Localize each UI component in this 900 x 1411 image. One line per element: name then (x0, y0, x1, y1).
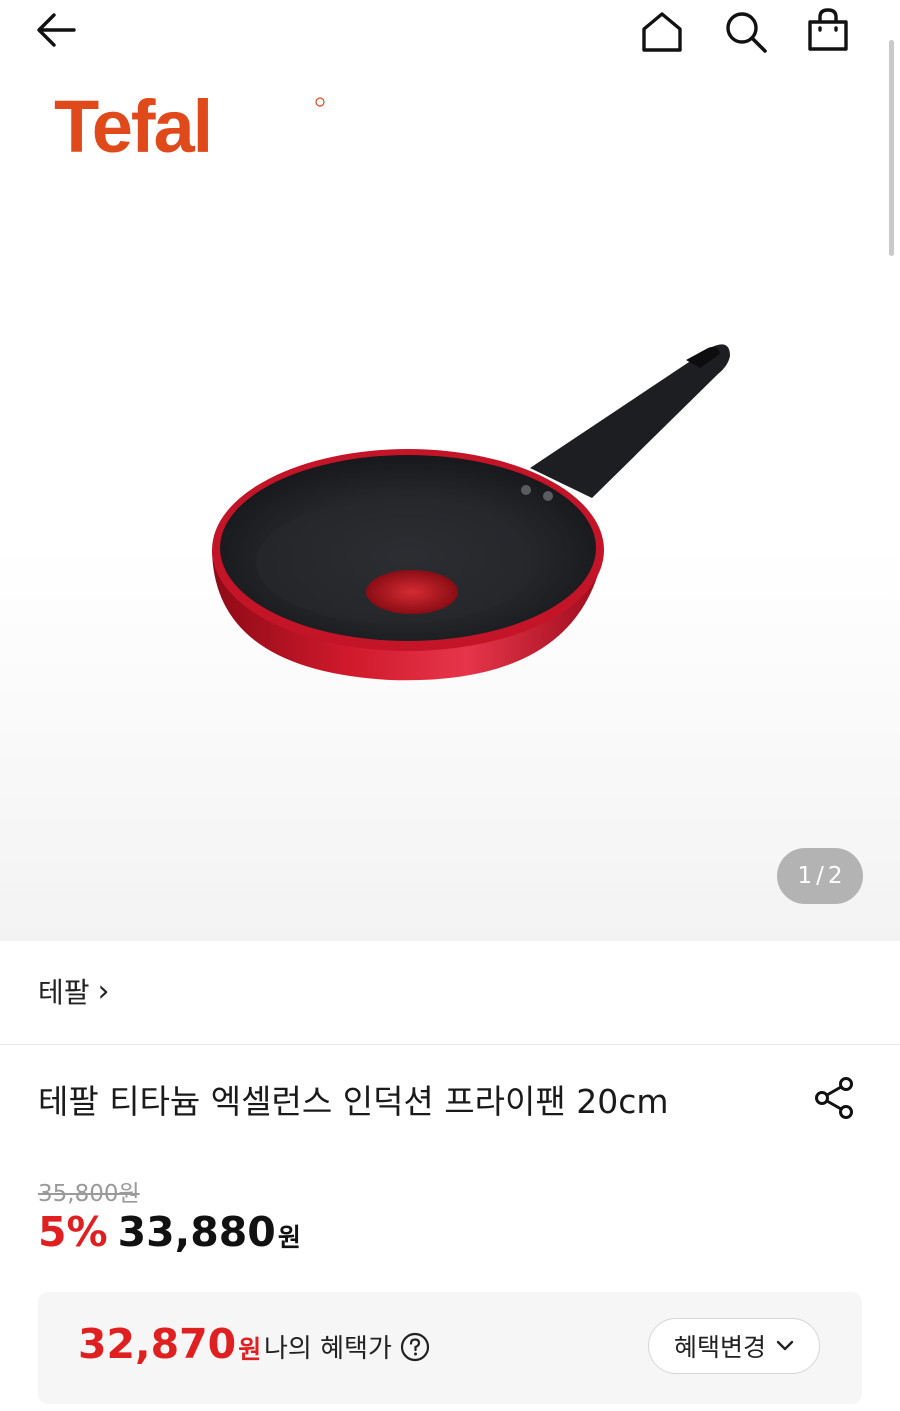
question-circle-icon[interactable] (400, 1332, 430, 1362)
product-title: 테팔 티타늄 엑셀런스 인덕션 프라이팬 20cm (38, 1082, 669, 1121)
product-image-carousel[interactable]: Tefal 1 / 2 (0, 0, 900, 941)
product-title-row: 테팔 티타늄 엑셀런스 인덕션 프라이팬 20cm (0, 1045, 900, 1155)
brand-row: 테팔 › (0, 941, 900, 1045)
image-total: 2 (827, 863, 843, 889)
benefit-price-box: 32,870 원 나의 혜택가 혜택변경 (38, 1292, 862, 1404)
discount-rate: 5% (38, 1208, 108, 1256)
image-counter: 1 / 2 (777, 848, 863, 904)
sale-price: 33,880 (117, 1208, 276, 1256)
home-icon (642, 12, 682, 52)
change-benefit-button[interactable]: 혜택변경 (648, 1318, 820, 1374)
back-button[interactable] (28, 8, 84, 52)
price-row: 5% 33,880 원 (38, 1208, 301, 1256)
tefal-logo: Tefal (54, 88, 325, 168)
sale-price-currency: 원 (277, 1223, 301, 1252)
change-benefit-label: 혜택변경 (673, 1333, 766, 1362)
arrow-left-icon (37, 13, 76, 47)
search-button[interactable] (720, 6, 772, 58)
benefit-label-group: 나의 혜택가 (264, 1328, 430, 1365)
svg-text:Tefal: Tefal (54, 88, 211, 168)
top-navigation (0, 0, 900, 70)
search-icon (726, 12, 767, 53)
benefit-price: 32,870 원 (78, 1320, 261, 1368)
benefit-currency: 원 (238, 1335, 262, 1364)
cart-button[interactable] (802, 4, 854, 56)
brand-link[interactable]: 테팔 › (38, 971, 110, 1011)
benefit-amount: 32,870 (78, 1320, 237, 1368)
brand-name: 테팔 (38, 976, 90, 1009)
original-price: 35,800원 (38, 1181, 140, 1207)
frying-pan-image (212, 344, 730, 681)
scrollbar[interactable] (889, 40, 894, 256)
benefit-label: 나의 혜택가 (264, 1334, 392, 1364)
chevron-down-icon (776, 1340, 794, 1351)
share-icon (815, 1077, 853, 1119)
image-separator: / (816, 863, 824, 889)
share-button[interactable] (808, 1071, 862, 1125)
image-index: 1 (797, 863, 813, 889)
shopping-bag-icon (808, 8, 848, 51)
home-button[interactable] (636, 6, 688, 58)
chevron-right-icon: › (97, 973, 110, 1009)
product-detail-page: Tefal 1 / 2 테팔 › 테팔 티타늄 엑셀런스 인덕션 프라이팬 20… (0, 0, 900, 1411)
